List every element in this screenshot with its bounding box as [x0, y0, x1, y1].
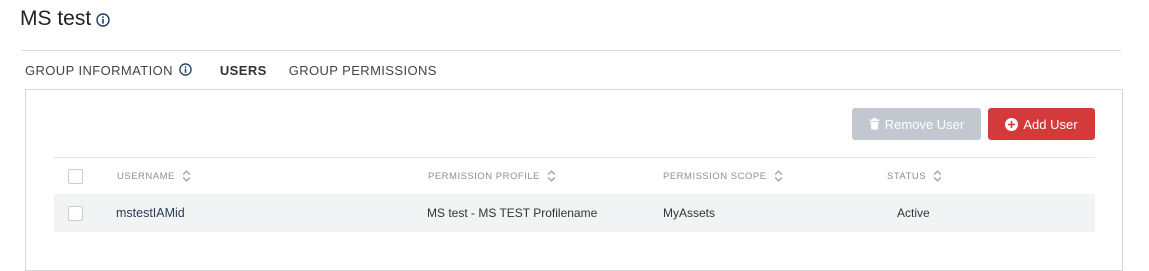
sort-icon[interactable] — [933, 170, 942, 182]
users-panel: Remove User Add User USERNAME PERMISSION… — [25, 89, 1123, 271]
tab-label: USERS — [219, 63, 267, 78]
info-icon[interactable] — [96, 13, 110, 27]
tab-bar: GROUP INFORMATION USERS GROUP PERMISSION… — [25, 62, 459, 95]
page-title: MS test — [20, 7, 92, 30]
cell-username[interactable]: mstestIAMid — [116, 206, 185, 220]
tab-group-permissions[interactable]: GROUP PERMISSIONS — [289, 62, 437, 92]
column-label: PERMISSION SCOPE — [663, 170, 767, 182]
tab-label: GROUP PERMISSIONS — [288, 63, 437, 78]
sort-icon[interactable] — [182, 170, 191, 182]
cell-status: Active — [897, 206, 930, 220]
column-label: STATUS — [887, 170, 927, 182]
remove-user-label: Remove User — [884, 116, 965, 132]
remove-user-button[interactable]: Remove User — [852, 108, 981, 140]
sort-icon[interactable] — [774, 170, 783, 182]
add-user-label: Add User — [1023, 116, 1078, 132]
page-title-area: MS test — [20, 7, 110, 31]
column-label: PERMISSION PROFILE — [428, 170, 540, 182]
table-header: USERNAME PERMISSION PROFILE PERMISSION S… — [54, 157, 1095, 194]
tab-label: GROUP INFORMATION — [25, 63, 173, 78]
column-header-status[interactable]: STATUS — [887, 170, 942, 182]
title-divider — [22, 50, 1121, 51]
plus-circle-icon — [1005, 117, 1019, 131]
add-user-button[interactable]: Add User — [988, 108, 1095, 140]
tab-group-information[interactable]: GROUP INFORMATION — [25, 62, 192, 92]
info-icon[interactable] — [179, 63, 192, 76]
column-header-permission-profile[interactable]: PERMISSION PROFILE — [428, 170, 556, 182]
row-checkbox[interactable] — [68, 205, 83, 221]
table-row[interactable]: mstestIAMid MS test - MS TEST Profilenam… — [54, 194, 1095, 232]
cell-permission-scope: MyAssets — [663, 206, 716, 220]
column-header-permission-scope[interactable]: PERMISSION SCOPE — [663, 170, 783, 182]
tab-users[interactable]: USERS — [219, 62, 267, 95]
trash-icon — [869, 118, 880, 130]
cell-permission-profile: MS test - MS TEST Profilename — [427, 206, 598, 220]
sort-icon[interactable] — [547, 170, 556, 182]
select-all-checkbox[interactable] — [68, 168, 83, 184]
column-header-username[interactable]: USERNAME — [117, 170, 191, 182]
column-label: USERNAME — [117, 170, 175, 182]
users-table: USERNAME PERMISSION PROFILE PERMISSION S… — [54, 157, 1095, 232]
